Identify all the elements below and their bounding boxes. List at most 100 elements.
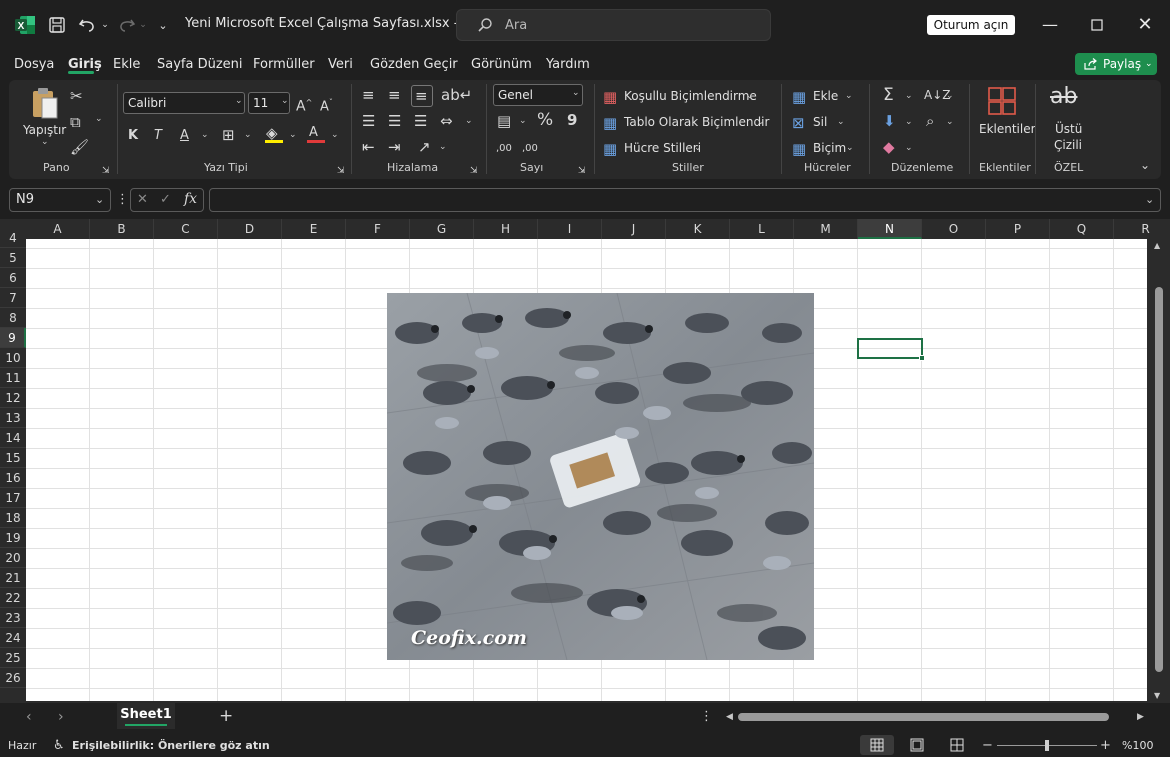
cut-icon[interactable]: ✂: [70, 87, 83, 105]
increase-decimal-button[interactable]: ,00: [496, 140, 512, 158]
prev-sheet-icon[interactable]: ‹: [26, 708, 32, 726]
row-header-7[interactable]: 7: [0, 288, 26, 308]
conditional-format-icon[interactable]: ▦: [603, 88, 617, 106]
orientation-icon[interactable]: ↗: [418, 138, 431, 156]
paste-label[interactable]: Yapıştır: [23, 123, 66, 137]
zoom-slider-thumb[interactable]: [1045, 740, 1049, 751]
number-format-select[interactable]: Genel: [493, 84, 583, 106]
page-break-icon[interactable]: [950, 738, 964, 752]
undo-dropdown-icon[interactable]: ⌄: [100, 14, 110, 36]
fill-dropdown-icon[interactable]: ⌄: [905, 117, 913, 127]
scroll-right-icon[interactable]: ▶: [1137, 712, 1144, 722]
customize-toolbar-icon[interactable]: ⌄: [156, 14, 170, 36]
underline-dropdown-icon[interactable]: ⌄: [201, 130, 209, 140]
autosum-dropdown-icon[interactable]: ⌄: [905, 91, 913, 101]
tab-gorunum[interactable]: Görünüm: [471, 57, 532, 72]
insert-cells-icon[interactable]: ▦: [792, 88, 806, 106]
merge-dropdown-icon[interactable]: ⌄: [465, 116, 473, 126]
font-name-select[interactable]: Calibri: [123, 92, 245, 114]
scroll-down-icon[interactable]: ▼: [1154, 691, 1160, 700]
insert-cells-dropdown-icon[interactable]: ⌄: [845, 91, 853, 101]
fill-icon[interactable]: ⬇: [883, 112, 896, 130]
copy-icon[interactable]: ⧉: [70, 113, 81, 131]
row-header-19[interactable]: 19: [0, 528, 26, 548]
conditional-format-dropdown-icon[interactable]: ⌄: [746, 91, 754, 101]
format-cells-button[interactable]: Biçim: [813, 141, 846, 155]
bold-button[interactable]: K: [128, 127, 138, 145]
sort-filter-dropdown-icon[interactable]: ⌄: [946, 91, 954, 101]
row-header-25[interactable]: 25: [0, 648, 26, 668]
selected-cell-n9[interactable]: [857, 338, 923, 359]
strikethrough-label-2[interactable]: Çizili: [1054, 138, 1082, 152]
redo-icon[interactable]: [116, 14, 138, 36]
font-size-dropdown-icon[interactable]: ⌄: [281, 96, 289, 106]
scroll-up-icon[interactable]: ▲: [1154, 241, 1160, 250]
copy-dropdown-icon[interactable]: ⌄: [95, 114, 103, 124]
scroll-left-icon[interactable]: ◀: [726, 712, 733, 722]
paste-dropdown-icon[interactable]: ⌄: [41, 137, 49, 147]
borders-icon[interactable]: ⊞: [222, 126, 235, 144]
fill-handle[interactable]: [919, 355, 925, 361]
close-button[interactable]: ✕: [1133, 13, 1157, 37]
table-format-dropdown-icon[interactable]: ⌄: [757, 117, 765, 127]
decrease-font-size-icon[interactable]: Aˇ: [320, 94, 333, 116]
comma-style-button[interactable]: 9: [567, 111, 577, 129]
align-right-icon[interactable]: ☰: [414, 112, 427, 130]
column-header-c[interactable]: C: [154, 219, 218, 239]
number-launcher-icon[interactable]: ⇲: [578, 162, 586, 180]
format-cells-icon[interactable]: ▦: [792, 140, 806, 158]
fill-color-dropdown-icon[interactable]: ⌄: [289, 130, 297, 140]
redo-dropdown-icon[interactable]: ⌄: [138, 14, 148, 36]
underline-button[interactable]: A: [180, 127, 189, 145]
column-header-o[interactable]: O: [922, 219, 986, 239]
row-header-22[interactable]: 22: [0, 588, 26, 608]
add-sheet-icon[interactable]: +: [219, 707, 233, 725]
tab-sayfa-duzeni[interactable]: Sayfa Düzeni: [157, 57, 243, 72]
autosum-icon[interactable]: Σ: [883, 86, 894, 104]
normal-view-button[interactable]: [860, 735, 894, 755]
currency-dropdown-icon[interactable]: ⌄: [519, 116, 527, 126]
format-cells-dropdown-icon[interactable]: ⌄: [846, 143, 854, 153]
undo-icon[interactable]: [76, 14, 98, 36]
share-button[interactable]: Paylaş ⌄: [1075, 53, 1157, 75]
align-middle-icon[interactable]: ≡: [388, 86, 401, 104]
italic-button[interactable]: T: [154, 127, 162, 145]
column-header-h[interactable]: H: [474, 219, 538, 239]
tab-dosya[interactable]: Dosya: [14, 57, 54, 72]
zoom-in-icon[interactable]: +: [1100, 737, 1111, 755]
sign-in-button[interactable]: Oturum açın: [927, 15, 1015, 35]
search-box[interactable]: Ara: [456, 9, 771, 41]
strikethrough-icon[interactable]: ab: [1050, 86, 1077, 108]
row-header-16[interactable]: 16: [0, 468, 26, 488]
number-format-dropdown-icon[interactable]: ⌄: [572, 88, 580, 98]
column-header-e[interactable]: E: [282, 219, 346, 239]
column-header-b[interactable]: B: [90, 219, 154, 239]
pano-launcher-icon[interactable]: ⇲: [102, 162, 110, 180]
column-header-r[interactable]: R: [1114, 219, 1170, 239]
maximize-button[interactable]: [1085, 13, 1109, 37]
cancel-entry-icon[interactable]: ✕: [137, 191, 148, 209]
column-header-i[interactable]: I: [538, 219, 602, 239]
row-header-14[interactable]: 14: [0, 428, 26, 448]
increase-font-size-icon[interactable]: A^: [296, 94, 312, 116]
cell-styles-dropdown-icon[interactable]: ⌄: [694, 143, 702, 153]
minimize-button[interactable]: —: [1038, 13, 1062, 37]
row-header-21[interactable]: 21: [0, 568, 26, 588]
column-header-m[interactable]: M: [794, 219, 858, 239]
currency-icon[interactable]: ▤: [497, 112, 511, 130]
find-select-icon[interactable]: ⌕: [926, 112, 934, 130]
addins-icon[interactable]: [987, 86, 1017, 116]
tab-veri[interactable]: Veri: [328, 57, 353, 72]
row-header-10[interactable]: 10: [0, 348, 26, 368]
paste-icon[interactable]: [30, 86, 60, 120]
horizontal-scroll-thumb[interactable]: [738, 713, 1109, 721]
confirm-entry-icon[interactable]: ✓: [160, 191, 171, 209]
expand-formula-icon[interactable]: ⌄: [1145, 193, 1154, 206]
column-header-p[interactable]: P: [986, 219, 1050, 239]
format-painter-icon[interactable]: 🖌: [70, 138, 89, 156]
font-color-dropdown-icon[interactable]: ⌄: [331, 130, 339, 140]
row-header-26[interactable]: 26: [0, 668, 26, 688]
font-launcher-icon[interactable]: ⇲: [337, 162, 345, 180]
align-launcher-icon[interactable]: ⇲: [470, 162, 478, 180]
accessibility-status[interactable]: Erişilebilirlik: Önerilere göz atın: [72, 739, 270, 752]
